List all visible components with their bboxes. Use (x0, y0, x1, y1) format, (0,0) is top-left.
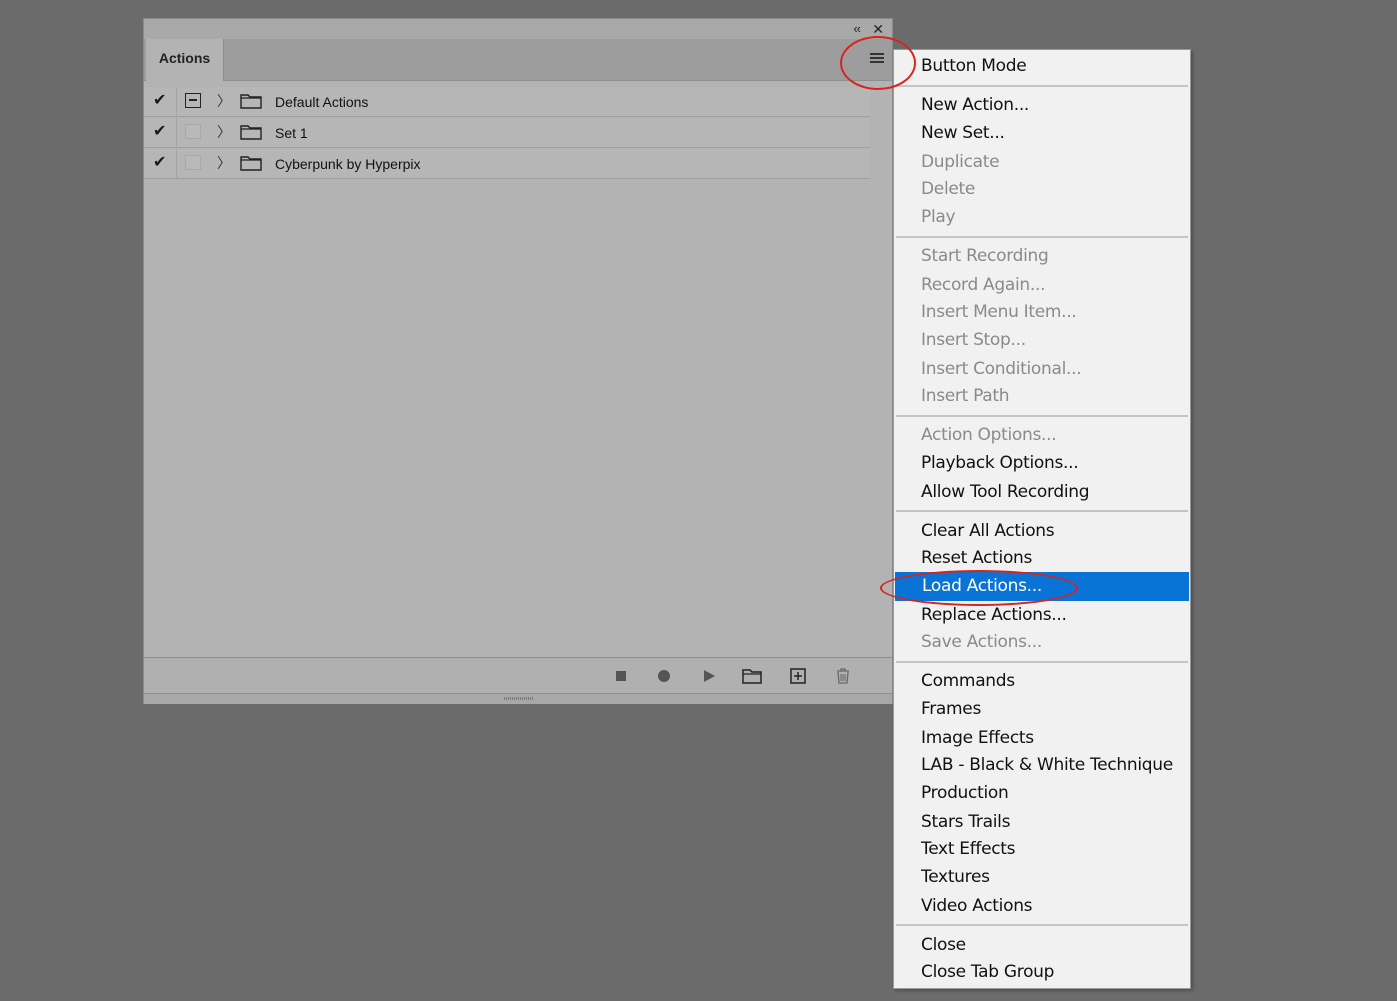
menu-item-textures[interactable]: Textures (894, 863, 1188, 891)
toggle-check-icon[interactable]: ✔ (153, 122, 166, 142)
action-set-row[interactable]: ✔ 〉 Set 1 (144, 118, 870, 148)
menu-item-production[interactable]: Production (894, 779, 1188, 807)
menu-item-commands[interactable]: Commands (894, 667, 1188, 695)
toggle-check-icon[interactable]: ✔ (153, 153, 166, 173)
collapse-icon[interactable]: ‹‹ (853, 21, 861, 37)
menu-item-playback-options[interactable]: Playback Options... (894, 449, 1188, 477)
menu-item-text-effects[interactable]: Text Effects (894, 835, 1188, 863)
stop-icon[interactable] (612, 667, 630, 685)
menu-item-delete[interactable]: Delete (894, 175, 1188, 203)
menu-item-save-actions[interactable]: Save Actions... (894, 628, 1188, 656)
panel-tab-bar: Actions (144, 39, 892, 81)
menu-item-image-effects[interactable]: Image Effects (894, 724, 1188, 752)
menu-item-insert-menu-item[interactable]: Insert Menu Item... (894, 298, 1188, 326)
menu-separator (896, 924, 1188, 926)
record-icon[interactable] (655, 667, 673, 685)
toggle-check-icon[interactable]: ✔ (153, 91, 166, 111)
folder-icon (240, 156, 262, 171)
menu-item-lab-black-white[interactable]: LAB - Black & White Technique (894, 751, 1188, 779)
action-set-label: Default Actions (275, 94, 369, 110)
menu-item-button-mode[interactable]: Button Mode (894, 52, 1188, 80)
menu-item-insert-stop[interactable]: Insert Stop... (894, 326, 1188, 354)
menu-item-video-actions[interactable]: Video Actions (894, 892, 1188, 920)
expand-chevron-icon[interactable]: 〉 (217, 91, 231, 111)
dialog-toggle-icon[interactable] (185, 124, 201, 139)
menu-item-close-tab-group[interactable]: Close Tab Group (894, 958, 1188, 986)
menu-item-new-action[interactable]: New Action... (894, 91, 1188, 119)
trash-icon[interactable] (834, 667, 852, 685)
menu-item-stars-trails[interactable]: Stars Trails (894, 808, 1188, 836)
new-action-icon[interactable] (789, 667, 807, 685)
action-set-list: ✔ 〉 Default Actions ✔ 〉 Set 1 ✔ 〉 Cyberp… (144, 87, 870, 180)
menu-item-clear-all-actions[interactable]: Clear All Actions (894, 517, 1188, 545)
expand-chevron-icon[interactable]: 〉 (217, 153, 231, 173)
menu-item-frames[interactable]: Frames (894, 695, 1188, 723)
menu-separator (896, 510, 1188, 512)
close-icon[interactable]: ✕ (872, 21, 884, 37)
menu-separator (896, 661, 1188, 663)
tab-actions[interactable]: Actions (146, 39, 224, 81)
menu-item-record-again[interactable]: Record Again... (894, 271, 1188, 299)
menu-item-close[interactable]: Close (894, 931, 1188, 959)
menu-item-reset-actions[interactable]: Reset Actions (894, 544, 1188, 572)
folder-icon (240, 125, 262, 140)
action-set-label: Cyberpunk by Hyperpix (275, 156, 421, 172)
action-set-row[interactable]: ✔ 〉 Default Actions (144, 87, 870, 117)
menu-item-action-options[interactable]: Action Options... (894, 421, 1188, 449)
menu-item-start-recording[interactable]: Start Recording (894, 242, 1188, 270)
resize-grip[interactable] (144, 693, 892, 704)
menu-item-insert-path[interactable]: Insert Path (894, 382, 1188, 410)
actions-panel: ‹‹ ✕ Actions ✔ 〉 Default Actions ✔ 〉 Set… (143, 18, 893, 704)
menu-item-play[interactable]: Play (894, 203, 1188, 231)
new-set-folder-icon[interactable] (741, 667, 763, 685)
menu-item-allow-tool-recording[interactable]: Allow Tool Recording (894, 478, 1188, 506)
expand-chevron-icon[interactable]: 〉 (217, 122, 231, 142)
annotation-oval-menu-button (840, 36, 916, 90)
menu-item-insert-conditional[interactable]: Insert Conditional... (894, 355, 1188, 383)
panel-footer-toolbar (144, 657, 892, 694)
dialog-toggle-icon[interactable] (185, 93, 201, 108)
menu-item-new-set[interactable]: New Set... (894, 119, 1188, 147)
folder-icon (240, 94, 262, 109)
menu-separator (896, 236, 1188, 238)
panel-title-bar: ‹‹ ✕ (144, 19, 892, 39)
menu-separator (896, 415, 1188, 417)
action-set-label: Set 1 (275, 125, 308, 141)
action-set-row[interactable]: ✔ 〉 Cyberpunk by Hyperpix (144, 149, 870, 179)
annotation-oval-load-actions (880, 570, 1078, 606)
menu-item-duplicate[interactable]: Duplicate (894, 148, 1188, 176)
menu-item-replace-actions[interactable]: Replace Actions... (894, 601, 1188, 629)
panel-flyout-menu: Button Mode New Action... New Set... Dup… (893, 49, 1191, 989)
play-icon[interactable] (700, 667, 718, 685)
menu-separator (896, 85, 1188, 87)
dialog-toggle-icon[interactable] (185, 155, 201, 170)
